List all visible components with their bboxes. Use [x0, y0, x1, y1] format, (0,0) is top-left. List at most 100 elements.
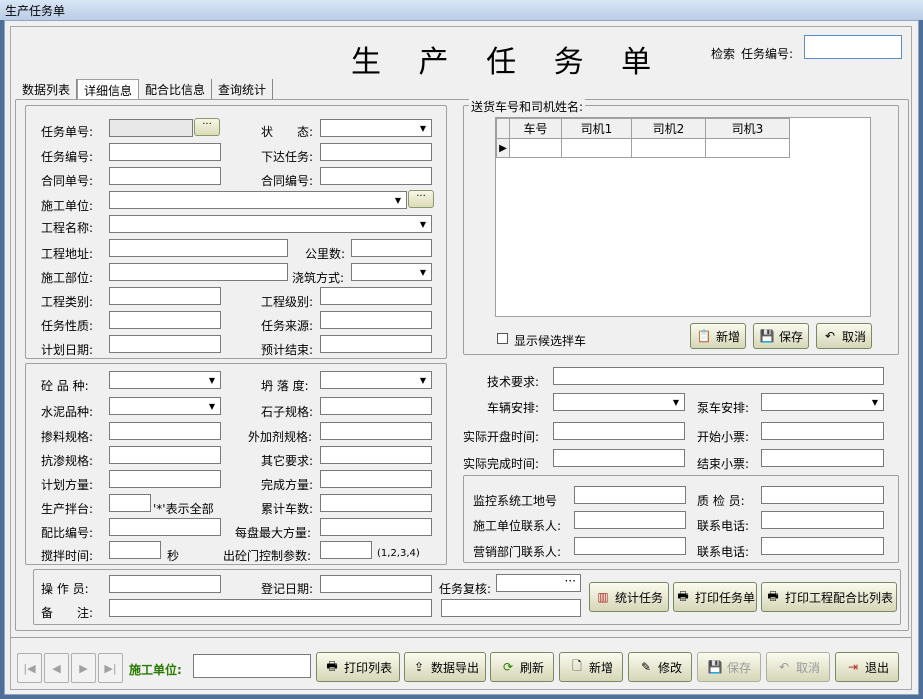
grid-cell[interactable] — [561, 138, 632, 158]
refresh-button[interactable]: ⟳ 刷新 — [490, 652, 554, 682]
grid-cell[interactable] — [705, 138, 790, 158]
station-input[interactable] — [109, 494, 151, 512]
vehicle-select[interactable]: ▼ — [553, 393, 685, 411]
review-input[interactable]: ··· — [496, 574, 581, 592]
label-status: 状 态: — [261, 125, 314, 139]
project-addr-input[interactable] — [109, 239, 288, 257]
status-select[interactable]: ▼ — [320, 119, 432, 137]
add-button[interactable]: 🗋 新增 — [559, 652, 623, 682]
edit-button[interactable]: ✎ 修改 — [628, 652, 692, 682]
slump-select[interactable]: ▼ — [320, 371, 432, 389]
last-record-icon[interactable]: ▶| — [98, 653, 123, 683]
show-candidates-checkbox[interactable] — [497, 333, 508, 344]
task-code-input[interactable] — [109, 143, 221, 161]
end-ticket-input[interactable] — [761, 449, 884, 467]
project-level-input[interactable] — [320, 287, 432, 305]
next-record-icon[interactable]: ▶ — [71, 653, 96, 683]
exit-button[interactable]: ⇥ 退出 — [835, 652, 899, 682]
monitor-site-input[interactable] — [574, 486, 686, 504]
task-nature-input[interactable] — [109, 311, 221, 329]
label-task-nature: 任务性质: — [41, 319, 94, 333]
contract-code-input[interactable] — [320, 167, 432, 185]
grid-corner — [496, 118, 510, 139]
inspector-input[interactable] — [761, 486, 884, 504]
part-input[interactable] — [109, 263, 288, 281]
task-no-input[interactable] — [109, 119, 193, 137]
other-req-input[interactable] — [320, 446, 432, 464]
pour-method-select[interactable]: ▼ — [351, 263, 432, 281]
label-reg-date: 登记日期: — [261, 582, 314, 596]
contract-no-input[interactable] — [109, 167, 221, 185]
unit-contact-input[interactable] — [574, 511, 686, 529]
print-task-label: 打印任务单 — [694, 590, 755, 605]
print-list-button[interactable]: 🖶 打印列表 — [316, 652, 400, 682]
cement-type-select[interactable]: ▼ — [109, 397, 221, 415]
search-task-code-input[interactable] — [804, 35, 902, 59]
plan-date-input[interactable] — [109, 335, 221, 353]
label-start-ticket: 开始小票: — [697, 430, 750, 444]
col-driver1[interactable]: 司机1 — [561, 118, 632, 139]
project-name-select[interactable]: ▼ — [109, 215, 432, 233]
sales-contact-input[interactable] — [574, 537, 686, 555]
gate-param-input[interactable] — [320, 541, 372, 559]
review-note-input[interactable] — [441, 599, 581, 617]
grid-cell[interactable] — [631, 138, 706, 158]
reg-date-input[interactable] — [320, 575, 432, 593]
operator-input[interactable] — [109, 575, 221, 593]
total-cars-input[interactable] — [320, 494, 432, 512]
col-car-no[interactable]: 车号 — [509, 118, 562, 139]
task-no-browse-button[interactable]: ··· — [194, 118, 220, 136]
remark-input[interactable] — [109, 599, 432, 617]
admix-spec-input[interactable] — [109, 422, 221, 440]
cancel-button[interactable]: ↶ 取消 — [766, 652, 830, 682]
additive-spec-input[interactable] — [320, 422, 432, 440]
pump-select[interactable]: ▼ — [761, 393, 884, 411]
est-end-input[interactable] — [320, 335, 432, 353]
issue-task-input[interactable] — [320, 143, 432, 161]
concrete-type-select[interactable]: ▼ — [109, 371, 221, 389]
export-button[interactable]: ⇪ 数据导出 — [404, 652, 486, 682]
label-end-ticket: 结束小票: — [697, 457, 750, 471]
unit-select[interactable]: ▼ — [109, 191, 407, 209]
phone1-input[interactable] — [761, 511, 884, 529]
save-button[interactable]: 💾 保存 — [697, 652, 761, 682]
first-record-icon[interactable]: |◀ — [17, 653, 42, 683]
tab-query-stats[interactable]: 查询统计 — [212, 79, 274, 99]
start-ticket-input[interactable] — [761, 422, 884, 440]
tech-req-input[interactable] — [553, 367, 884, 385]
stat-task-button[interactable]: ▥ 统计任务 — [589, 582, 669, 612]
col-driver3[interactable]: 司机3 — [705, 118, 790, 139]
stone-spec-input[interactable] — [320, 397, 432, 415]
plan-volume-input[interactable] — [109, 470, 221, 488]
print-mix-list-button[interactable]: 🖶 打印工程配合比列表 — [761, 582, 897, 612]
printer-icon: 🖶 — [767, 588, 779, 603]
station-hint: '*'表示全部 — [153, 502, 214, 516]
start-time-input[interactable] — [553, 422, 685, 440]
unit-browse-button[interactable]: ··· — [408, 190, 434, 208]
print-task-button[interactable]: 🖶 打印任务单 — [673, 582, 757, 612]
grid-cell[interactable] — [509, 138, 562, 158]
tab-data-list[interactable]: 数据列表 — [16, 79, 78, 99]
project-type-input[interactable] — [109, 287, 221, 305]
table-row[interactable]: ▶ — [496, 138, 790, 158]
end-time-input[interactable] — [553, 449, 685, 467]
delivery-add-button[interactable]: 📋 新增 — [690, 323, 746, 349]
tab-details[interactable]: 详细信息 — [77, 79, 140, 99]
tab-mix-info[interactable]: 配合比信息 — [139, 79, 213, 99]
phone2-input[interactable] — [761, 537, 884, 555]
footer-unit-input[interactable] — [193, 654, 311, 678]
review-browse-icon[interactable]: ··· — [565, 574, 576, 588]
delivery-save-label: 保存 — [778, 329, 803, 344]
col-driver2[interactable]: 司机2 — [631, 118, 706, 139]
delivery-save-button[interactable]: 💾 保存 — [753, 323, 809, 349]
delivery-cancel-button[interactable]: ↶ 取消 — [816, 323, 872, 349]
km-input[interactable] — [351, 239, 432, 257]
mix-time-input[interactable] — [109, 541, 161, 559]
done-volume-input[interactable] — [320, 470, 432, 488]
mix-no-input[interactable] — [109, 518, 221, 536]
driver-grid[interactable]: 车号 司机1 司机2 司机3 ▶ — [495, 117, 871, 317]
max-per-batch-input[interactable] — [320, 518, 432, 536]
prev-record-icon[interactable]: ◀ — [44, 653, 69, 683]
impermeable-input[interactable] — [109, 446, 221, 464]
task-source-input[interactable] — [320, 311, 432, 329]
